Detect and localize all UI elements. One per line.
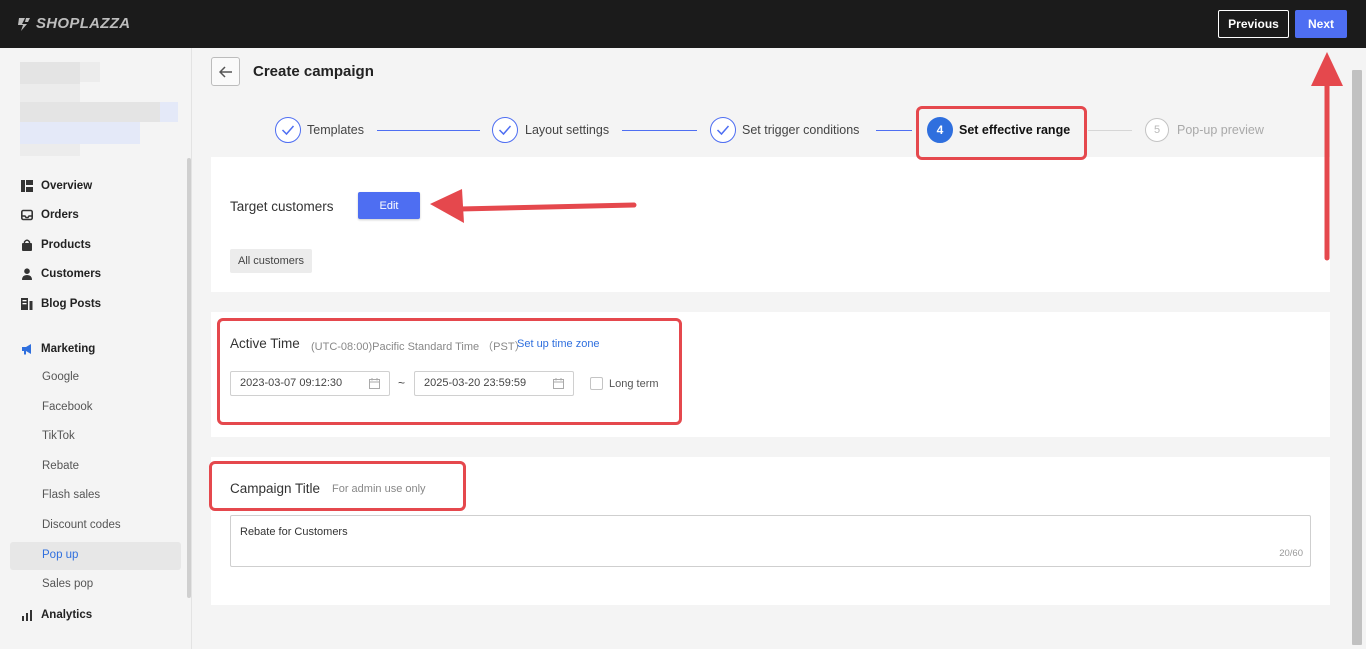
campaign-title-value: Rebate for Customers	[240, 526, 348, 538]
inbox-icon	[20, 208, 33, 221]
edit-target-button[interactable]: Edit	[358, 192, 420, 219]
sidebar-item-label: Overview	[41, 179, 93, 192]
megaphone-icon	[20, 342, 33, 355]
sidebar-item-analytics[interactable]: Analytics	[20, 608, 92, 621]
blurred-store-info	[20, 144, 80, 156]
highlight-step-4	[916, 106, 1087, 160]
logo-text: SHOPLAZZA	[36, 15, 131, 32]
sidebar-subitem-discount-codes[interactable]: Discount codes	[42, 519, 121, 531]
sidebar-item-label: Marketing	[41, 342, 96, 355]
blog-icon	[20, 297, 33, 310]
character-count: 20/60	[1279, 548, 1303, 559]
overview-icon	[20, 179, 33, 192]
step-1-check-icon	[275, 117, 301, 143]
sidebar-subitem-facebook[interactable]: Facebook	[42, 401, 93, 413]
step-5-number: 5	[1145, 118, 1169, 142]
sidebar-subitem-rebate[interactable]: Rebate	[42, 460, 79, 472]
target-customers-card	[211, 157, 1330, 292]
step-2-label[interactable]: Layout settings	[525, 123, 609, 137]
step-connector	[622, 130, 697, 131]
target-customers-label: Target customers	[230, 199, 334, 214]
arrow-left-icon	[218, 65, 232, 78]
step-connector	[377, 130, 480, 131]
blurred-store-info	[20, 84, 80, 102]
sidebar-item-label: Analytics	[41, 608, 93, 621]
step-1-label[interactable]: Templates	[307, 123, 364, 137]
sidebar-item-products[interactable]: Products	[20, 238, 91, 251]
page-title: Create campaign	[253, 63, 374, 80]
step-2-check-icon	[492, 117, 518, 143]
sidebar-item-customers[interactable]: Customers	[20, 267, 101, 280]
step-3-check-icon	[710, 117, 736, 143]
person-icon	[20, 267, 33, 280]
sidebar-subitem-sales-pop[interactable]: Sales pop	[42, 578, 93, 590]
blurred-store-name	[20, 62, 80, 84]
sidebar-subitem-tiktok[interactable]: TikTok	[42, 430, 75, 442]
sidebar-item-label: Customers	[41, 267, 102, 280]
sidebar-item-orders[interactable]: Orders	[20, 208, 79, 221]
sidebar-subitem-flash-sales[interactable]: Flash sales	[42, 489, 100, 501]
customer-tag: All customers	[230, 249, 313, 273]
bag-icon	[20, 238, 33, 251]
sidebar-scrollbar[interactable]	[187, 158, 191, 598]
sidebar-subitem-pop-up[interactable]: Pop up	[42, 549, 78, 561]
blurred-store-info	[20, 122, 140, 144]
sidebar-item-label: Products	[41, 238, 91, 251]
previous-button[interactable]: Previous	[1218, 10, 1289, 38]
main-scrollbar[interactable]	[1352, 70, 1362, 645]
sidebar-active-highlight	[10, 542, 181, 570]
shoplazza-logo-icon	[18, 17, 30, 31]
campaign-title-input[interactable]: Rebate for Customers 20/60	[230, 515, 1311, 567]
highlight-active-time	[217, 318, 682, 425]
step-5-label[interactable]: Pop-up preview	[1177, 123, 1264, 137]
sidebar-item-label: Orders	[41, 208, 79, 221]
highlight-campaign-title	[209, 461, 466, 511]
top-bar: SHOPLAZZA Previous Next	[0, 0, 1366, 48]
blurred-store-name	[80, 62, 100, 82]
next-button[interactable]: Next	[1295, 10, 1347, 38]
sidebar-item-blog-posts[interactable]: Blog Posts	[20, 297, 101, 310]
sidebar-subitem-google[interactable]: Google	[42, 371, 79, 383]
step-connector	[876, 130, 912, 131]
step-3-label[interactable]: Set trigger conditions	[742, 123, 859, 137]
brand-logo[interactable]: SHOPLAZZA	[16, 15, 130, 32]
step-connector	[1088, 130, 1132, 131]
blurred-store-info	[20, 102, 160, 122]
sidebar-item-label: Blog Posts	[41, 297, 102, 310]
sidebar-item-overview[interactable]: Overview	[20, 179, 92, 192]
bar-chart-icon	[20, 608, 33, 621]
back-button[interactable]	[211, 57, 240, 86]
blurred-store-info	[160, 102, 178, 122]
sidebar-item-marketing[interactable]: Marketing	[20, 342, 95, 355]
